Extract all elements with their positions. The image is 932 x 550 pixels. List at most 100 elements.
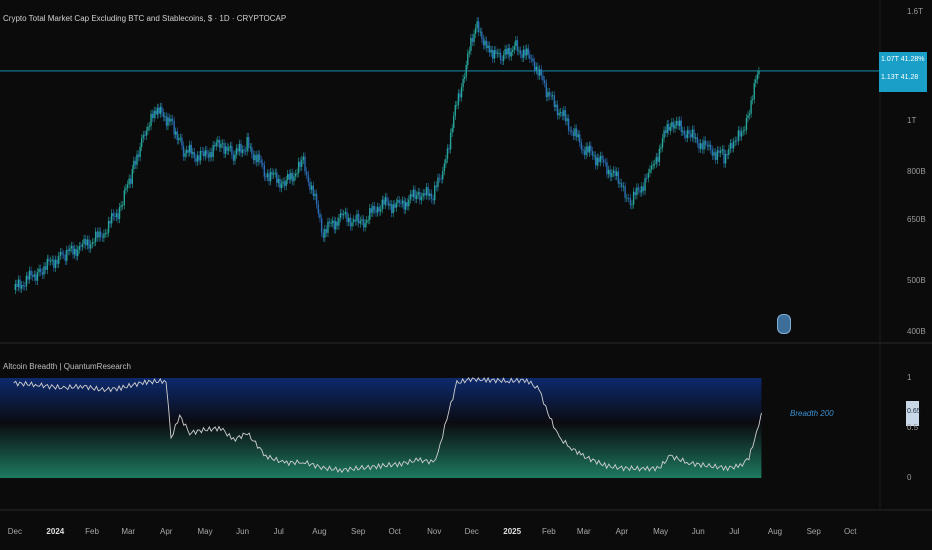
candle-body [133, 160, 135, 170]
candle [359, 216, 362, 228]
candle-body [392, 204, 394, 214]
candle-body [425, 187, 428, 196]
candle [548, 88, 551, 100]
candle [392, 200, 394, 218]
candle [260, 156, 262, 168]
candle-body [758, 70, 760, 75]
candle [274, 168, 276, 178]
candle-body [357, 213, 360, 224]
candle-body [454, 105, 456, 116]
candle-body [335, 221, 337, 230]
candle [115, 209, 118, 222]
candle-body [90, 244, 92, 249]
candle-body [339, 213, 342, 219]
candle-body [20, 285, 23, 289]
candle-body [137, 154, 140, 158]
chart-canvas[interactable] [0, 0, 932, 550]
candle [699, 139, 702, 153]
candle-body [77, 249, 79, 257]
candle-body [176, 131, 178, 141]
candle [397, 196, 399, 207]
candle [324, 224, 326, 242]
candle-body [742, 130, 744, 132]
candle-body [28, 270, 31, 280]
candle [341, 209, 343, 220]
candle [133, 156, 135, 174]
candle [460, 83, 463, 102]
tradingview-logo-icon[interactable] [777, 314, 791, 334]
candle-body [669, 126, 671, 131]
candle [607, 165, 610, 179]
candle [325, 224, 328, 237]
candle [64, 250, 66, 265]
candle [75, 244, 77, 261]
candle-body [555, 104, 557, 108]
candle-body [470, 38, 472, 51]
candle [280, 179, 283, 193]
candle-body [420, 196, 423, 201]
candle-body [104, 233, 107, 234]
candle [159, 102, 162, 118]
candle [319, 209, 321, 223]
candle [333, 216, 335, 234]
candle [671, 117, 673, 132]
candle-body [471, 38, 474, 42]
candle-body [412, 189, 415, 197]
candle-body [653, 163, 656, 165]
candle-body [558, 112, 560, 116]
candle-body [682, 130, 684, 132]
candle [404, 198, 407, 214]
candle-body [530, 58, 533, 60]
candle [41, 267, 44, 279]
candle [91, 238, 94, 249]
candle [606, 158, 608, 179]
candle [685, 130, 687, 143]
candle [601, 151, 603, 164]
candle-body [731, 143, 733, 149]
candle [427, 182, 429, 201]
candle [140, 134, 143, 152]
candle-body [401, 200, 404, 204]
candle-body [612, 170, 615, 174]
candle [251, 143, 253, 159]
candle-body [547, 92, 549, 98]
candle-body [505, 49, 508, 55]
candle-body [331, 220, 334, 223]
candle-body [381, 199, 383, 210]
breadth-series-label: Breadth 200 [790, 409, 834, 418]
candle [567, 114, 570, 135]
candle [248, 132, 250, 152]
candle-body [320, 218, 323, 233]
candle [53, 255, 55, 273]
candle-body [675, 120, 678, 125]
candle [369, 204, 371, 224]
candle [342, 209, 345, 220]
candle [331, 216, 334, 228]
candle-body [657, 157, 659, 162]
candle-body [602, 159, 605, 163]
candle-body [215, 142, 217, 147]
candle-body [164, 116, 166, 118]
candle [596, 153, 598, 170]
candle-body [601, 155, 603, 160]
candle [403, 196, 405, 214]
candle-body [583, 150, 586, 156]
candle [190, 140, 192, 159]
candle-body [159, 106, 162, 114]
candle-body [114, 216, 116, 217]
candle [594, 151, 597, 170]
candle [66, 245, 68, 265]
candle [193, 147, 196, 163]
candle-body [228, 147, 230, 151]
candle [647, 168, 650, 183]
candle-body [650, 165, 653, 170]
candle-body [526, 48, 528, 56]
candle-body [518, 50, 520, 52]
candle [148, 121, 151, 132]
candle [299, 157, 301, 171]
candle [296, 168, 298, 179]
candle-body [508, 47, 511, 57]
candle-body [131, 169, 134, 184]
candle [221, 139, 224, 149]
candle [389, 200, 391, 210]
